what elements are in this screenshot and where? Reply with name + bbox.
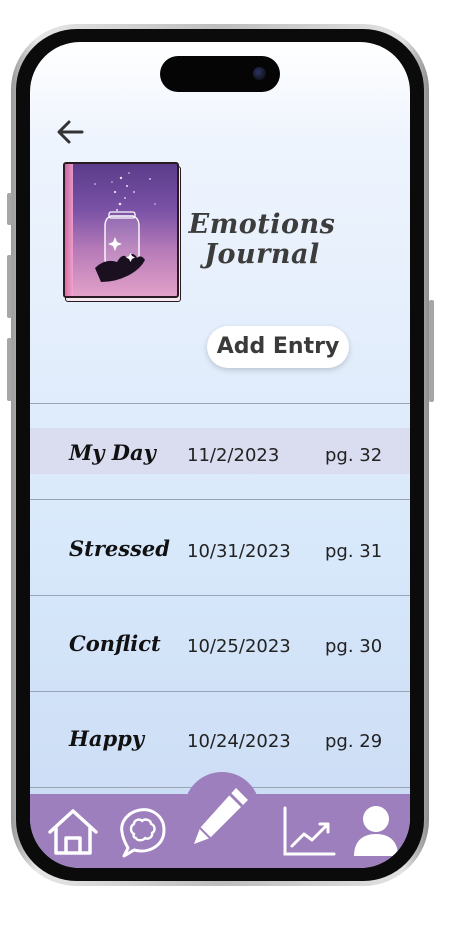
entry-page: pg. 30 bbox=[325, 636, 383, 657]
entry-row-conflict[interactable]: Conflict 10/25/2023 pg. 30 bbox=[30, 596, 410, 690]
home-icon bbox=[48, 809, 98, 855]
nav-mind[interactable] bbox=[114, 804, 170, 860]
jar-illustration bbox=[94, 172, 156, 282]
entry-name: My Day bbox=[69, 440, 156, 465]
entry-date: 10/24/2023 bbox=[187, 731, 291, 752]
side-button-power bbox=[429, 300, 434, 402]
book-spine bbox=[65, 164, 73, 296]
user-profile-icon bbox=[354, 806, 398, 856]
trend-chart-icon bbox=[283, 806, 336, 856]
front-camera bbox=[253, 67, 266, 80]
entry-name: Stressed bbox=[69, 536, 170, 561]
pencil-icon bbox=[194, 788, 248, 844]
journal-title-line2: Journal bbox=[204, 239, 320, 270]
side-button-mute bbox=[7, 193, 12, 225]
back-button[interactable] bbox=[54, 112, 94, 152]
bottom-nav-bar bbox=[30, 788, 410, 868]
entry-page: pg. 29 bbox=[325, 731, 383, 752]
entry-page: pg. 31 bbox=[325, 541, 383, 562]
list-top-divider bbox=[30, 403, 410, 404]
journal-title: Emotions Journal bbox=[172, 210, 352, 270]
side-button-volume-down bbox=[7, 338, 12, 401]
nav-stats[interactable] bbox=[280, 804, 338, 860]
nav-write[interactable] bbox=[188, 782, 254, 852]
add-entry-button[interactable]: Add Entry bbox=[207, 326, 349, 368]
entry-date: 10/25/2023 bbox=[187, 636, 291, 657]
nav-home[interactable] bbox=[44, 806, 102, 858]
journal-title-line1: Emotions bbox=[188, 209, 336, 240]
arrow-left-icon bbox=[57, 120, 84, 144]
entry-row-my-day[interactable]: My Day 11/2/2023 pg. 32 bbox=[30, 428, 410, 474]
entry-page: pg. 32 bbox=[325, 445, 383, 466]
dynamic-island bbox=[160, 56, 280, 92]
phone-screen: Emotions Journal Add Entry My Day 11/2/2… bbox=[30, 42, 410, 868]
nav-profile[interactable] bbox=[350, 804, 402, 858]
entry-name: Conflict bbox=[69, 631, 161, 656]
entry-date: 11/2/2023 bbox=[187, 445, 280, 466]
journal-cover bbox=[63, 162, 181, 302]
side-button-volume-up bbox=[7, 255, 12, 318]
entry-row-stressed[interactable]: Stressed 10/31/2023 pg. 31 bbox=[30, 500, 410, 594]
journal-book-cover-icon bbox=[63, 162, 179, 298]
entry-name: Happy bbox=[69, 726, 145, 751]
entry-date: 10/31/2023 bbox=[187, 541, 291, 562]
brain-thought-icon bbox=[120, 808, 166, 858]
